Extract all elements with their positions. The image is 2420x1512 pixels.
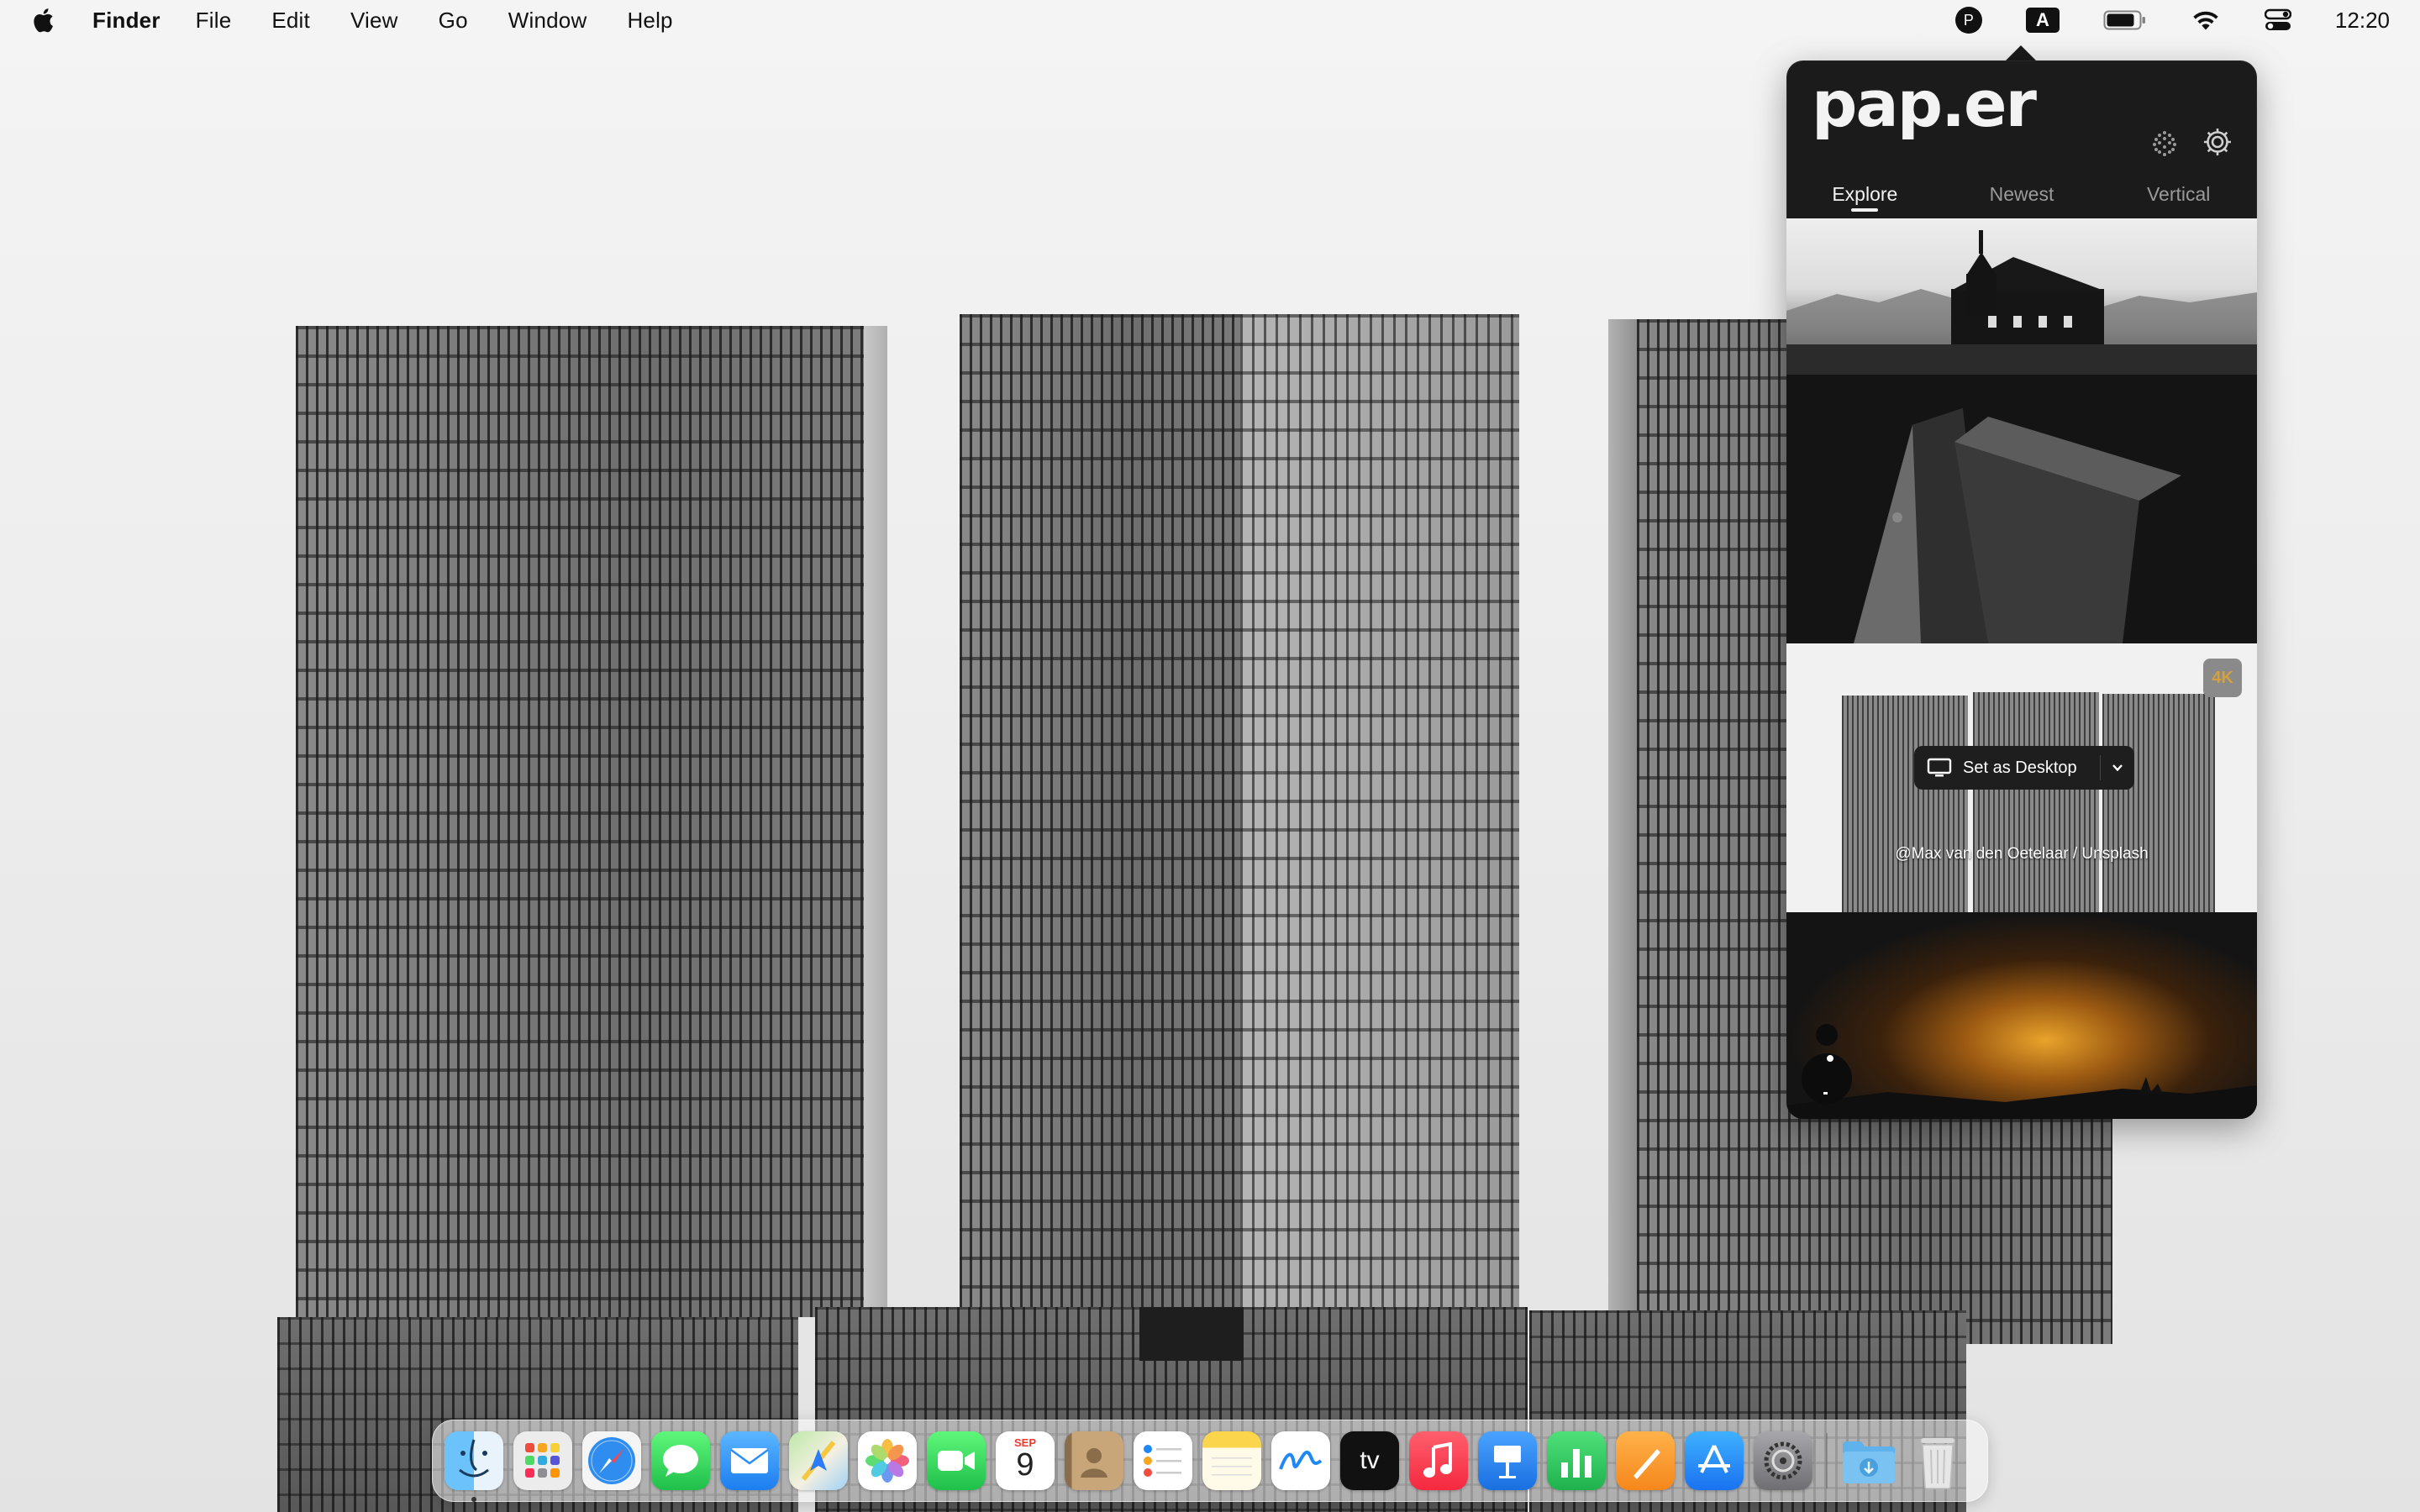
pages-icon[interactable] bbox=[1616, 1431, 1675, 1490]
popover-tabs: Explore Newest Vertical bbox=[1786, 178, 2257, 218]
menu-window[interactable]: Window bbox=[508, 8, 587, 34]
wallpaper-building-left bbox=[296, 326, 887, 1317]
wifi-icon[interactable] bbox=[2191, 8, 2221, 32]
paper-popover: pap.er Explore Newest Vertical 4K Set as… bbox=[1786, 60, 2257, 1119]
loading-indicator bbox=[1800, 1020, 1852, 1104]
resolution-badge: 4K bbox=[2203, 659, 2242, 697]
popover-header: pap.er Explore Newest Vertical bbox=[1786, 60, 2257, 218]
menu-help[interactable]: Help bbox=[627, 8, 672, 34]
tab-explore[interactable]: Explore bbox=[1786, 178, 1944, 218]
paper-menu-extra-icon[interactable]: P bbox=[1954, 7, 1982, 34]
safari-icon[interactable] bbox=[582, 1431, 641, 1490]
wallpaper-feed[interactable]: 4K Set as Desktop @Max van den Oetelaar … bbox=[1786, 218, 2257, 1119]
control-center-icon[interactable] bbox=[2264, 8, 2291, 32]
paper-logo: pap.er bbox=[1812, 66, 2037, 141]
tab-newest[interactable]: Newest bbox=[1944, 178, 2101, 218]
app-store-icon[interactable] bbox=[1685, 1431, 1744, 1490]
gear-icon[interactable] bbox=[2200, 124, 2235, 160]
display-icon bbox=[1914, 758, 1958, 778]
photo-credit[interactable]: @Max van den Oetelaar / Unsplash bbox=[1786, 845, 2257, 864]
calendar-day: 9 bbox=[1016, 1447, 1034, 1483]
apple-logo-icon[interactable] bbox=[32, 6, 57, 34]
numbers-icon[interactable] bbox=[1547, 1431, 1606, 1490]
paper-letter: P bbox=[1954, 7, 1982, 34]
menu-file[interactable]: File bbox=[196, 8, 232, 34]
tv-label: tv bbox=[1360, 1446, 1380, 1474]
wallpaper-building-middle bbox=[960, 314, 1519, 1322]
tv-icon[interactable]: tv bbox=[1340, 1431, 1399, 1490]
thumb-building bbox=[1842, 696, 1968, 912]
dock: SEP 9 tv bbox=[432, 1420, 1988, 1502]
menu-go[interactable]: Go bbox=[439, 8, 468, 34]
contacts-icon[interactable] bbox=[1065, 1431, 1123, 1490]
maps-icon[interactable] bbox=[789, 1431, 848, 1490]
messages-icon[interactable] bbox=[651, 1431, 710, 1490]
notes-icon[interactable] bbox=[1202, 1431, 1261, 1490]
input-source-letter: A bbox=[2025, 8, 2060, 33]
keynote-icon[interactable] bbox=[1478, 1431, 1537, 1490]
mail-icon[interactable] bbox=[720, 1431, 779, 1490]
menu-finder[interactable]: Finder bbox=[92, 8, 160, 34]
input-source-icon[interactable]: A bbox=[2025, 8, 2060, 33]
launchpad-icon[interactable] bbox=[513, 1431, 572, 1490]
finder-icon[interactable] bbox=[445, 1431, 503, 1502]
thumb-building bbox=[2102, 694, 2215, 912]
wallpaper-thumbnail[interactable] bbox=[1786, 375, 2257, 643]
dock-separator bbox=[1826, 1433, 1828, 1488]
popover-arrow bbox=[2004, 45, 2038, 62]
reminders-icon[interactable] bbox=[1134, 1431, 1192, 1490]
system-settings-icon[interactable] bbox=[1754, 1431, 1812, 1490]
wallpaper-shadow bbox=[1139, 1307, 1244, 1361]
tab-vertical[interactable]: Vertical bbox=[2100, 178, 2257, 218]
music-icon[interactable] bbox=[1409, 1431, 1468, 1490]
menu-bar: Finder File Edit View Go Window Help P A… bbox=[0, 0, 2420, 40]
menu-bar-clock[interactable]: 12:20 bbox=[2335, 8, 2390, 34]
chevron-down-icon[interactable] bbox=[2101, 763, 2134, 773]
calendar-icon[interactable]: SEP 9 bbox=[996, 1431, 1055, 1490]
photos-icon[interactable] bbox=[858, 1431, 917, 1490]
menu-view[interactable]: View bbox=[350, 8, 398, 34]
wallpaper-thumbnail-hovered[interactable]: 4K Set as Desktop @Max van den Oetelaar … bbox=[1786, 643, 2257, 912]
thumb-building bbox=[1973, 692, 2099, 912]
battery-icon[interactable] bbox=[2103, 9, 2147, 31]
set-as-desktop-button[interactable]: Set as Desktop bbox=[1914, 746, 2134, 790]
trash-icon[interactable] bbox=[1908, 1431, 1967, 1490]
wallpaper-thumbnail[interactable] bbox=[1786, 218, 2257, 375]
menu-edit[interactable]: Edit bbox=[271, 8, 310, 34]
running-indicator bbox=[471, 1497, 476, 1502]
downloads-folder-icon[interactable] bbox=[1839, 1431, 1898, 1490]
facetime-icon[interactable] bbox=[927, 1431, 986, 1490]
freeform-icon[interactable] bbox=[1271, 1431, 1330, 1490]
set-as-desktop-label: Set as Desktop bbox=[1963, 758, 2077, 777]
wallpaper-thumbnail[interactable] bbox=[1786, 912, 2257, 1119]
dots-grid-icon[interactable] bbox=[2148, 126, 2181, 160]
